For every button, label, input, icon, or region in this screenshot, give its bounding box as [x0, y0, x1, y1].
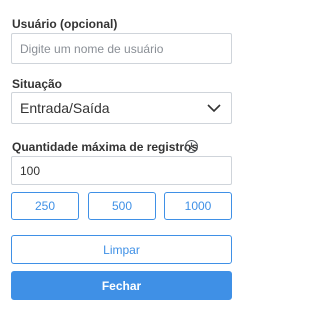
info-icon[interactable]: ! — [185, 140, 198, 153]
situation-selected-value: Entrada/Saída — [20, 100, 110, 116]
max-records-field-container — [11, 156, 232, 185]
chevron-down-icon — [207, 103, 221, 112]
max-records-label: Quantidade máxima de registros — [12, 140, 199, 154]
situation-select[interactable]: Entrada/Saída — [11, 92, 232, 124]
user-input[interactable] — [12, 34, 231, 63]
situation-label: Situação — [12, 77, 63, 91]
close-button[interactable]: Fechar — [11, 271, 232, 300]
user-field-label: Usuário (opcional) — [12, 17, 118, 31]
preset-1000-button[interactable]: 1000 — [164, 192, 232, 220]
filter-panel: Usuário (opcional) Situação Entrada/Saíd… — [0, 0, 245, 314]
max-records-input[interactable] — [12, 157, 231, 184]
clear-button[interactable]: Limpar — [11, 235, 232, 264]
preset-500-button[interactable]: 500 — [88, 192, 156, 220]
user-field-container — [11, 33, 232, 64]
preset-250-button[interactable]: 250 — [11, 192, 79, 220]
